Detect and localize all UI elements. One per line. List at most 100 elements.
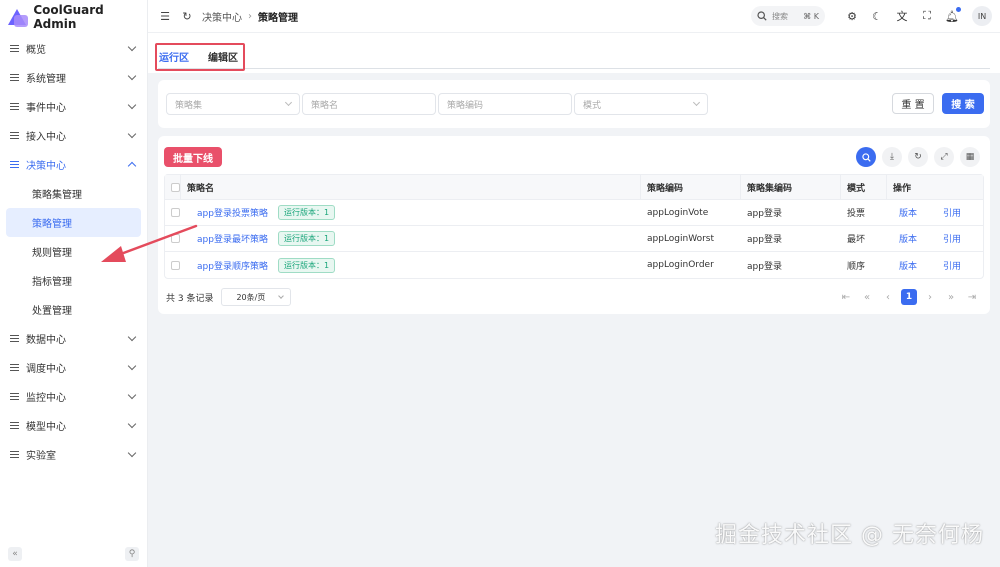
- dark-mode-icon[interactable]: ☾: [869, 8, 885, 24]
- col-header-mode: 模式: [841, 175, 887, 199]
- refresh-icon[interactable]: ↻: [180, 9, 194, 23]
- bulk-offline-button[interactable]: 批量下线: [164, 147, 222, 167]
- policy-mode: 投票: [847, 209, 866, 219]
- col-header-name: 策略名: [181, 175, 641, 199]
- sidebar-subitem-disposal[interactable]: 处置管理: [6, 295, 141, 324]
- download-icon[interactable]: ⤓: [882, 147, 902, 167]
- refresh-icon[interactable]: ↻: [908, 147, 928, 167]
- policy-name-input[interactable]: 策略名: [302, 93, 436, 115]
- first-page-icon[interactable]: ⇤: [838, 289, 854, 305]
- menu-toggle-icon[interactable]: ☰: [158, 9, 172, 23]
- sidebar-menu: 概览 系统管理 事件中心 接入中心 决策中心 策略集管理 策略管理 规则管理 指…: [0, 34, 147, 469]
- row-checkbox[interactable]: [171, 260, 180, 270]
- sidebar-subitem-policy-set[interactable]: 策略集管理: [6, 179, 141, 208]
- page-size-select[interactable]: 20条/页: [221, 288, 292, 306]
- mode-select[interactable]: 模式: [574, 93, 708, 115]
- policy-code: appLoginOrder: [647, 260, 714, 270]
- policy-set-code: app登录: [747, 261, 782, 272]
- sidebar-item-schedule[interactable]: 调度中心: [0, 353, 147, 382]
- sidebar-item-events[interactable]: 事件中心: [0, 92, 147, 121]
- page-number-current[interactable]: 1: [901, 289, 917, 305]
- table-row: app登录投票策略 运行版本：1 appLoginVote app登录 投票 版本…: [165, 200, 983, 226]
- reference-link[interactable]: 引用: [943, 206, 961, 219]
- col-header-set-code: 策略集编码: [741, 175, 841, 199]
- row-checkbox[interactable]: [171, 208, 180, 217]
- chevron-down-icon: [127, 361, 137, 371]
- total-count: 共 3 条记录: [166, 293, 214, 304]
- status-badge: 运行版本：1: [277, 205, 336, 220]
- sidebar-subitem-metric[interactable]: 指标管理: [6, 266, 141, 295]
- pin-icon[interactable]: ⚲: [125, 547, 139, 561]
- select-all-checkbox[interactable]: [171, 182, 180, 192]
- search-icon: [757, 11, 767, 21]
- sidebar-item-system[interactable]: 系统管理: [0, 63, 147, 92]
- menu-icon: [10, 103, 19, 110]
- settings-icon[interactable]: ⚙: [844, 8, 860, 24]
- sidebar-item-lab[interactable]: 实验室: [0, 440, 147, 469]
- column-settings-icon[interactable]: ▦: [960, 147, 980, 167]
- menu-icon: [10, 74, 19, 81]
- chevron-down-icon: [127, 448, 137, 458]
- sidebar-item-data[interactable]: 数据中心: [0, 324, 147, 353]
- policy-name-link[interactable]: app登录投票策略: [197, 206, 268, 219]
- policy-mode: 最坏: [847, 235, 866, 245]
- menu-icon: [10, 393, 19, 400]
- sidebar-subitem-rule[interactable]: 规则管理: [6, 237, 141, 266]
- policy-table: 策略名 策略编码 策略集编码 模式 操作 app登录投票策略 运行版本：1 app…: [164, 174, 984, 279]
- chevron-up-icon: [127, 161, 137, 171]
- prev-page-icon[interactable]: ‹: [880, 289, 896, 305]
- reference-link[interactable]: 引用: [943, 259, 961, 272]
- chevron-down-icon: [284, 98, 293, 107]
- sidebar-subitem-policy[interactable]: 策略管理: [6, 208, 141, 237]
- search-toggle-icon[interactable]: [856, 147, 876, 167]
- pagination: 共 3 条记录 20条/页 ⇤ « ‹ 1 › » ⇥: [166, 288, 980, 306]
- sidebar-item-access[interactable]: 接入中心: [0, 121, 147, 150]
- menu-icon: [10, 451, 19, 458]
- search-button[interactable]: 搜 索: [942, 93, 984, 114]
- version-link[interactable]: 版本: [899, 259, 917, 272]
- sidebar: CoolGuard Admin 概览 系统管理 事件中心 接入中心 决策中心 策…: [0, 0, 148, 567]
- global-search[interactable]: 搜索 ⌘ K: [751, 6, 825, 26]
- reset-button[interactable]: 重 置: [892, 93, 934, 114]
- row-checkbox[interactable]: [171, 234, 180, 243]
- fullscreen-icon[interactable]: ⛶: [919, 8, 935, 24]
- status-badge: 运行版本：1: [277, 257, 336, 273]
- next-jump-icon[interactable]: »: [943, 289, 959, 305]
- logo[interactable]: CoolGuard Admin: [0, 0, 147, 34]
- avatar[interactable]: IN: [972, 6, 992, 26]
- logo-icon: [8, 7, 28, 27]
- policy-name-link[interactable]: app登录顺序策略: [197, 259, 268, 272]
- policy-set-select[interactable]: 策略集: [166, 93, 300, 115]
- tabs-bar: 运行区 编辑区: [148, 33, 1000, 73]
- fullscreen-icon[interactable]: ⤢: [934, 147, 954, 167]
- next-page-icon[interactable]: ›: [922, 289, 938, 305]
- watermark: 掘金技术社区 @ 无奈何杨: [715, 523, 984, 548]
- menu-icon: [10, 335, 19, 342]
- policy-code: appLoginWorst: [647, 233, 715, 244]
- sidebar-item-overview[interactable]: 概览: [0, 34, 147, 63]
- sidebar-item-monitor[interactable]: 监控中心: [0, 382, 147, 411]
- menu-icon: [10, 422, 19, 429]
- reference-link[interactable]: 引用: [943, 232, 961, 245]
- chevron-down-icon: [127, 390, 137, 400]
- version-link[interactable]: 版本: [899, 232, 917, 245]
- collapse-icon[interactable]: «: [8, 547, 22, 561]
- policy-code: appLoginVote: [647, 207, 709, 218]
- sidebar-item-decision[interactable]: 决策中心: [0, 150, 147, 179]
- last-page-icon[interactable]: ⇥: [964, 289, 980, 305]
- version-link[interactable]: 版本: [899, 206, 917, 219]
- filter-panel: 策略集 策略名 策略编码 模式 重 置 搜 索: [158, 80, 990, 128]
- chevron-down-icon: [278, 292, 285, 299]
- policy-code-input[interactable]: 策略编码: [438, 93, 572, 115]
- sidebar-item-model[interactable]: 模型中心: [0, 411, 147, 440]
- table-row: app登录最坏策略 运行版本：1 appLoginWorst app登录 最坏 版…: [165, 226, 983, 252]
- menu-icon: [10, 161, 19, 168]
- breadcrumb: 决策中心 › 策略管理: [202, 9, 298, 24]
- breadcrumb-parent[interactable]: 决策中心: [202, 9, 242, 24]
- prev-jump-icon[interactable]: «: [859, 289, 875, 305]
- policy-name-link[interactable]: app登录最坏策略: [197, 232, 268, 245]
- search-shortcut: ⌘ K: [803, 11, 819, 21]
- bell-icon[interactable]: 🔔︎: [944, 7, 961, 24]
- translate-icon[interactable]: 文: [894, 8, 910, 24]
- table-row: app登录顺序策略 运行版本：1 appLoginOrder app登录 顺序 版…: [165, 252, 983, 278]
